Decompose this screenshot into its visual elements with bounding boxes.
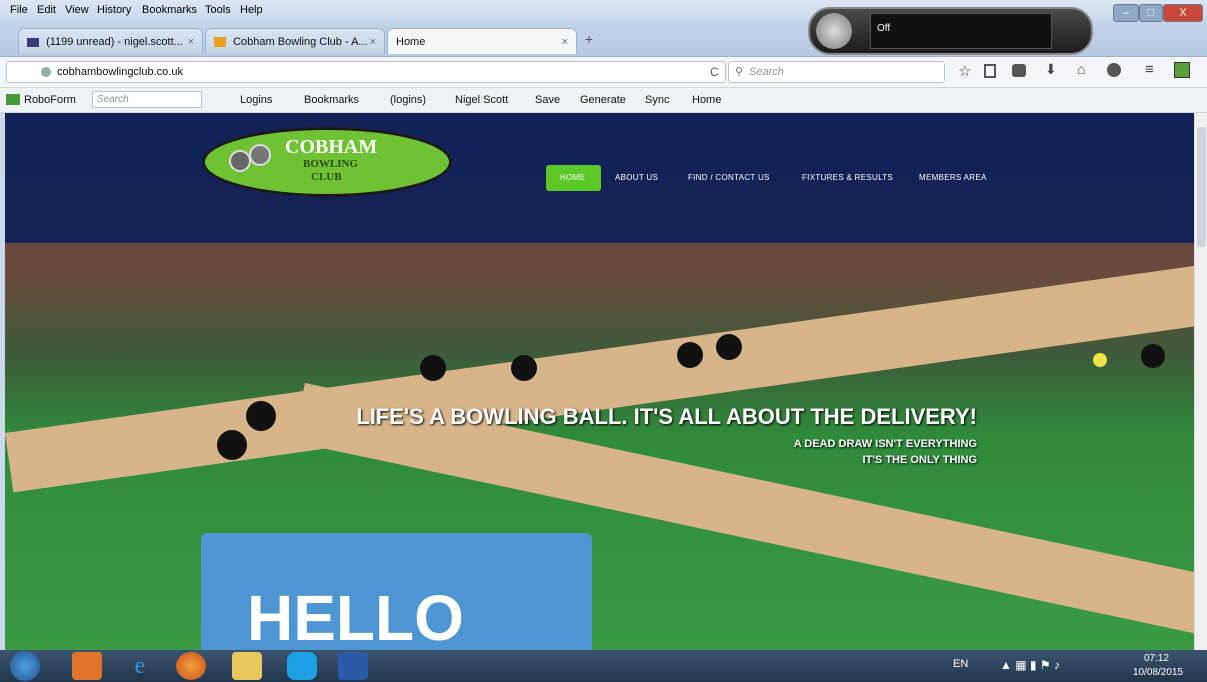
microphone-icon[interactable] — [816, 13, 852, 49]
hero-subline-1: A DEAD DRAW ISN'T EVERYTHING — [793, 438, 977, 450]
download-icon[interactable]: ⬇ — [1045, 61, 1057, 78]
speech-recognition-widget: Off — [808, 7, 1093, 55]
taskbar: e EN ▲ ▦ ▮ ⚑ ♪ 07:12 10/08/2015 — [0, 650, 1207, 682]
tab-close-icon[interactable]: × — [188, 29, 194, 54]
logo-line3: CLUB — [311, 171, 342, 183]
site-logo[interactable]: COBHAM BOWLING CLUB — [202, 127, 452, 197]
roboform-logo-icon — [6, 94, 20, 105]
bowl — [420, 355, 446, 381]
page-scrollbar[interactable] — [1194, 113, 1207, 650]
bowl — [246, 401, 276, 431]
clock-time[interactable]: 07:12 — [1144, 653, 1169, 664]
home-icon[interactable]: ⌂ — [1077, 61, 1085, 77]
hello-heading: HELLO — [247, 582, 464, 650]
reading-list-icon[interactable] — [984, 64, 996, 78]
search-placeholder: Search — [749, 66, 784, 78]
tab-label: Cobham Bowling Club - A... — [233, 36, 368, 48]
bookmark-logins-folder[interactable]: (logins) — [390, 94, 426, 106]
bowl — [217, 430, 247, 460]
close-window-button[interactable]: X — [1163, 4, 1203, 22]
hero-headline: LIFE'S A BOWLING BALL. IT'S ALL ABOUT TH… — [356, 404, 977, 429]
bowls-logo-icon — [229, 150, 251, 172]
roboform-search-placeholder: Search — [97, 94, 129, 105]
new-tab-button[interactable]: + — [585, 31, 593, 47]
chat-icon[interactable] — [1107, 63, 1121, 77]
file-explorer-icon[interactable] — [232, 652, 262, 680]
start-button[interactable] — [10, 651, 40, 681]
bookmark-generate[interactable]: Generate — [580, 94, 626, 106]
globe-icon — [41, 67, 51, 77]
page-viewport: COBHAM BOWLING CLUB HOME ABOUT US FIND /… — [5, 113, 1194, 650]
maximize-button[interactable]: □ — [1139, 4, 1163, 22]
logo-line2: BOWLING — [303, 158, 359, 170]
menu-help[interactable]: Help — [240, 4, 263, 16]
skype-icon[interactable] — [287, 652, 317, 680]
bookmark-sync[interactable]: Sync — [645, 94, 669, 106]
tab-label: (1199 unread) - nigel.scott... — [46, 36, 183, 48]
menu-bookmarks[interactable]: Bookmarks — [142, 4, 197, 16]
scrollbar-thumb[interactable] — [1197, 127, 1206, 247]
tray-icons[interactable]: ▲ ▦ ▮ ⚑ ♪ — [1000, 658, 1060, 672]
minimize-button[interactable]: – — [1113, 4, 1139, 22]
bowl — [1141, 344, 1165, 368]
tab-gmail[interactable]: (1199 unread) - nigel.scott... × — [18, 28, 203, 54]
roboform-search-input[interactable]: Search — [92, 91, 202, 108]
nav-find-contact[interactable]: FIND / CONTACT US — [688, 173, 770, 182]
url-bar[interactable]: cobhambowlingclub.co.uk C — [6, 61, 726, 83]
hello-box: HELLO — [201, 533, 592, 650]
language-indicator[interactable]: EN — [953, 658, 968, 670]
hero-subline-2: IT'S THE ONLY THING — [862, 454, 977, 466]
media-player-icon[interactable] — [72, 652, 102, 680]
bookmark-bookmarks[interactable]: Bookmarks — [304, 94, 359, 106]
bookmark-save[interactable]: Save — [535, 94, 560, 106]
bowl — [511, 355, 537, 381]
menu-file[interactable]: File — [10, 4, 28, 16]
jack — [1093, 353, 1107, 367]
tab-cobham[interactable]: Cobham Bowling Club - A... × — [205, 28, 385, 54]
reload-icon[interactable]: C — [710, 65, 719, 79]
nav-members-area[interactable]: MEMBERS AREA — [919, 173, 987, 182]
menu-edit[interactable]: Edit — [37, 4, 56, 16]
tab-label: Home — [396, 36, 426, 48]
bowl — [677, 342, 703, 368]
menu-icon[interactable]: ≡ — [1145, 61, 1154, 78]
search-input[interactable]: ⚲ Search — [728, 61, 945, 83]
search-icon: ⚲ — [735, 66, 744, 78]
favicon-icon — [214, 37, 226, 48]
firefox-icon[interactable] — [176, 652, 206, 680]
speech-status: Off — [870, 13, 1052, 49]
mail-icon — [27, 37, 39, 47]
bowl — [716, 334, 742, 360]
internet-explorer-icon[interactable]: e — [125, 652, 155, 680]
bookmark-star-icon[interactable]: ☆ — [958, 62, 971, 80]
bookmark-logins[interactable]: Logins — [240, 94, 272, 106]
menu-tools[interactable]: Tools — [205, 4, 231, 16]
url-text: cobhambowlingclub.co.uk — [57, 66, 183, 78]
bookmarks-toolbar: RoboForm Search Logins Bookmarks (logins… — [0, 88, 1207, 113]
nav-fixtures-results[interactable]: FIXTURES & RESULTS — [802, 173, 893, 182]
site-header: COBHAM BOWLING CLUB HOME ABOUT US FIND /… — [5, 113, 1194, 243]
pocket-icon[interactable] — [1012, 64, 1026, 77]
word-icon[interactable] — [338, 652, 368, 680]
nav-home[interactable]: HOME — [560, 173, 585, 182]
clock-date[interactable]: 10/08/2015 — [1133, 667, 1183, 678]
nav-about-us[interactable]: ABOUT US — [615, 173, 658, 182]
bookmark-home[interactable]: Home — [692, 94, 721, 106]
tab-home[interactable]: Home × — [387, 28, 577, 54]
menu-view[interactable]: View — [65, 4, 89, 16]
bowls-logo-icon — [249, 144, 271, 166]
bookmark-nigel-scott[interactable]: Nigel Scott — [455, 94, 508, 106]
menu-history[interactable]: History — [97, 4, 131, 16]
logo-line1: COBHAM — [285, 136, 378, 158]
roboform-menu[interactable]: RoboForm — [24, 94, 76, 106]
tab-close-icon[interactable]: × — [370, 29, 376, 54]
roboform-icon[interactable] — [1174, 62, 1190, 78]
tab-close-icon[interactable]: × — [562, 29, 568, 54]
